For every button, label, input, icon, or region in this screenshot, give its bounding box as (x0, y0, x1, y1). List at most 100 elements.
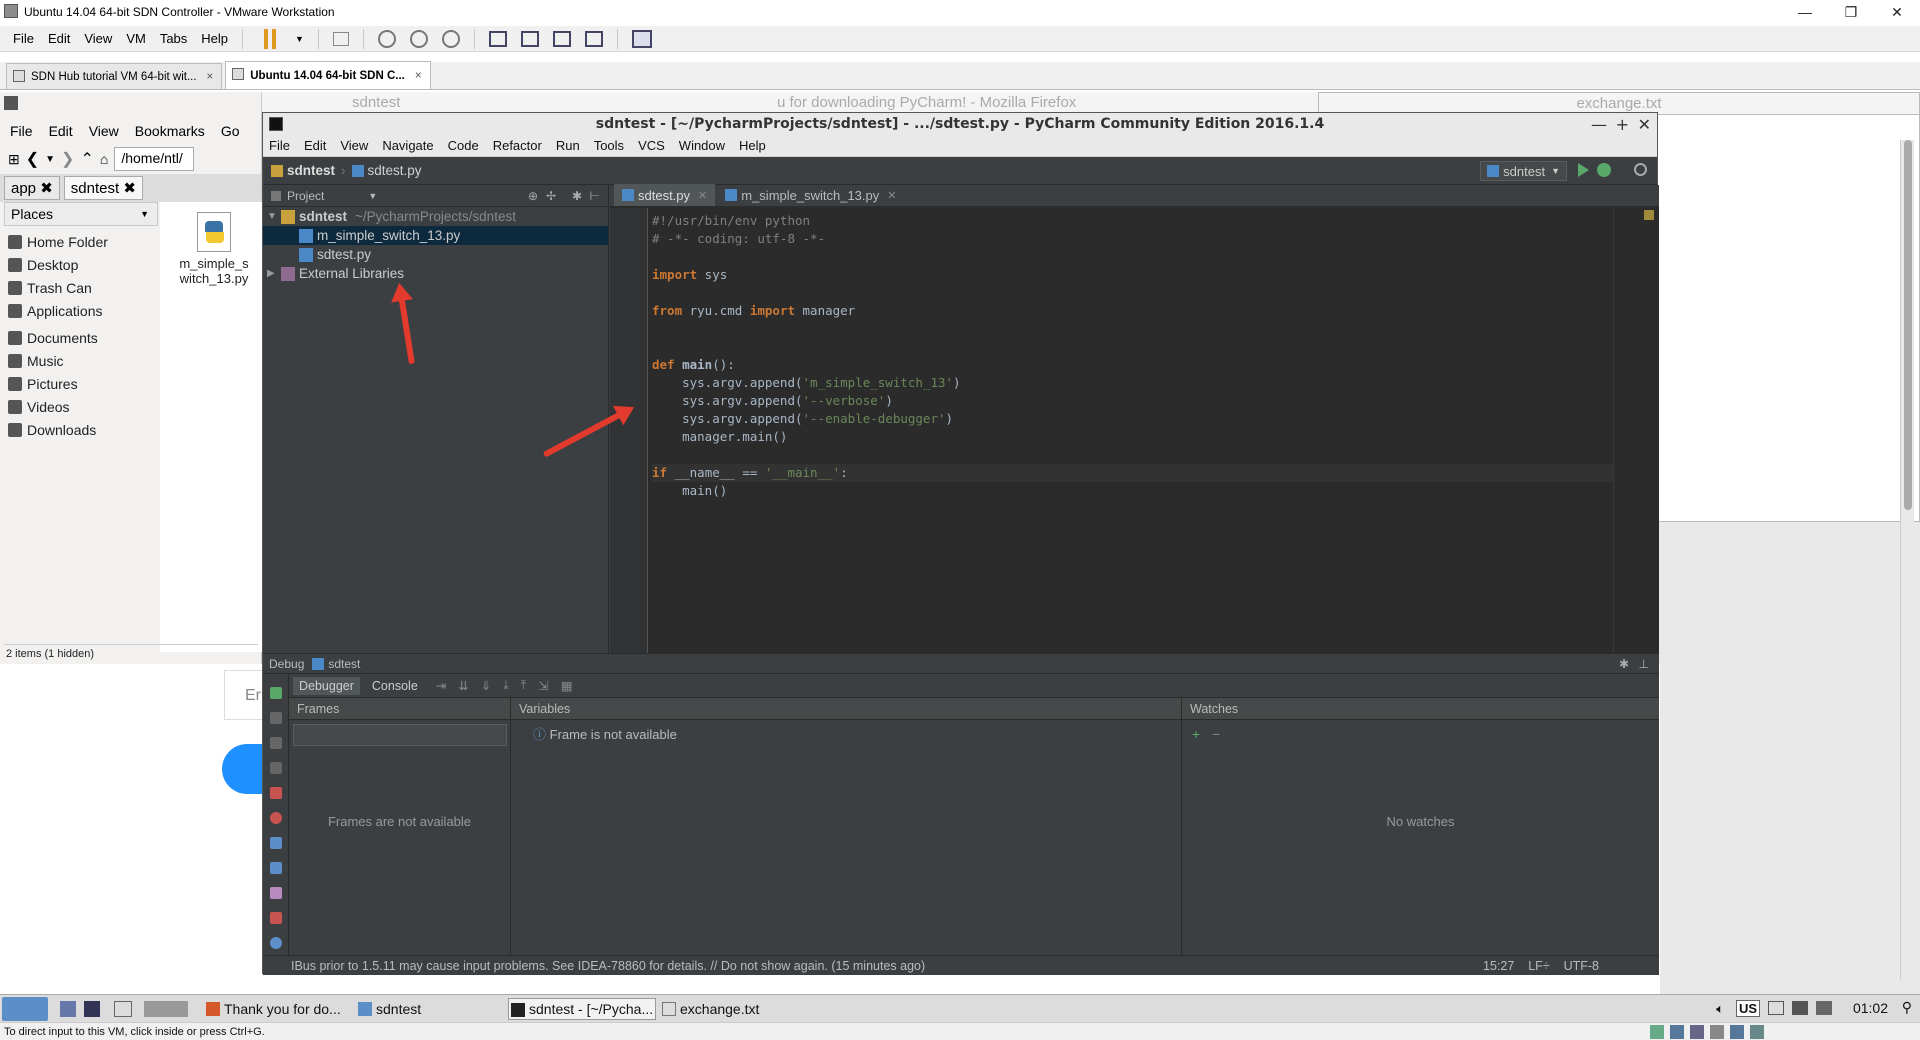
workspace-switcher[interactable] (144, 1001, 188, 1017)
naut-menu-file[interactable]: File (10, 123, 33, 139)
add-watch-icon[interactable]: + (1192, 726, 1200, 742)
restore-button[interactable]: ❐ (1828, 0, 1874, 24)
gear-icon[interactable]: ✱ (1619, 657, 1629, 671)
up-icon[interactable]: ⌃ (80, 149, 93, 169)
chevron-down-icon[interactable]: ▼ (368, 191, 377, 201)
project-view-select[interactable]: Project (287, 189, 324, 203)
naut-menu-view[interactable]: View (89, 123, 119, 139)
place-videos[interactable]: Videos (4, 395, 158, 418)
close-icon[interactable]: ✕ (887, 189, 896, 202)
tab-app[interactable]: app ✖ (4, 176, 60, 200)
close-icon[interactable]: × (415, 70, 422, 82)
run-icon[interactable] (1578, 163, 1589, 177)
file-encoding[interactable]: UTF-8 (1564, 959, 1599, 973)
thumbnail-icon[interactable] (520, 30, 539, 47)
step-out-icon[interactable]: ⤒ (521, 678, 527, 693)
menu-edit[interactable]: Edit (48, 31, 70, 46)
vertical-scrollbar[interactable] (1900, 140, 1914, 980)
hide-icon[interactable]: ⊢ (590, 189, 600, 203)
breadcrumb-file[interactable]: sdtest.py (368, 163, 422, 178)
close-button[interactable]: ✕ (1874, 0, 1920, 24)
tree-file-sdtest[interactable]: sdtest.py (263, 245, 608, 264)
close-button[interactable]: ✕ (1638, 115, 1651, 134)
place-home-folder[interactable]: Home Folder (4, 230, 158, 253)
sync-icon[interactable]: ⊕ (528, 189, 538, 203)
naut-menu-go[interactable]: Go (221, 123, 240, 139)
editor-tab-m-simple-switch[interactable]: m_simple_switch_13.py ✕ (717, 184, 904, 206)
tree-root[interactable]: ▼ sdntest ~/PycharmProjects/sdntest (263, 207, 608, 226)
tab-sdn-hub[interactable]: SDN Hub tutorial VM 64-bit wit... × (6, 63, 223, 89)
tab-console[interactable]: Console (366, 677, 424, 695)
fullscreen-icon[interactable] (552, 30, 571, 47)
pc-menu-tools[interactable]: Tools (594, 138, 624, 153)
home-icon[interactable]: ⌂ (100, 151, 108, 167)
caret-position[interactable]: 15:27 (1483, 959, 1514, 973)
debug-icon[interactable] (1597, 163, 1611, 177)
pc-menu-edit[interactable]: Edit (304, 138, 326, 153)
remove-watch-icon[interactable]: − (1212, 726, 1220, 742)
place-pictures[interactable]: Pictures (4, 372, 158, 395)
thread-select[interactable] (293, 724, 507, 746)
tree-external-libraries[interactable]: ▶ External Libraries (263, 264, 608, 283)
keyboard-icon[interactable] (1768, 1001, 1784, 1015)
close-icon[interactable]: × (207, 71, 214, 83)
pc-menu-navigate[interactable]: Navigate (382, 138, 433, 153)
menu-file[interactable]: File (13, 31, 34, 46)
close-icon[interactable]: ✖ (123, 180, 136, 197)
unity-icon[interactable] (584, 30, 603, 47)
task-exchange[interactable]: exchange.txt (660, 998, 808, 1020)
task-sdntest[interactable]: sdntest (356, 998, 504, 1020)
pc-menu-vcs[interactable]: VCS (638, 138, 665, 153)
line-separator[interactable]: LF÷ (1528, 959, 1549, 973)
evaluate-icon[interactable]: ▦ (561, 678, 573, 693)
resume-icon[interactable] (269, 712, 282, 724)
scroll-thumb[interactable] (1904, 140, 1912, 510)
pc-menu-help[interactable]: Help (739, 138, 766, 153)
tab-debugger[interactable]: Debugger (293, 676, 360, 695)
breakpoints-icon[interactable] (269, 787, 282, 799)
revert-snapshot-icon[interactable] (409, 29, 428, 48)
run-to-cursor-icon[interactable]: ⇲ (538, 678, 548, 693)
collapse-icon[interactable]: ✢ (546, 189, 556, 203)
pause-icon[interactable] (269, 737, 282, 749)
gear-icon[interactable]: ✱ (572, 189, 582, 203)
console-view-icon[interactable] (631, 29, 652, 48)
editor-error-stripe[interactable] (1613, 208, 1659, 653)
terminal-launcher-icon[interactable] (114, 1001, 132, 1017)
layout-icon[interactable] (269, 837, 282, 849)
pc-menu-code[interactable]: Code (448, 138, 479, 153)
naut-menu-bookmarks[interactable]: Bookmarks (135, 123, 205, 139)
place-music[interactable]: Music (4, 349, 158, 372)
pause-icon[interactable] (257, 28, 282, 49)
pc-menu-run[interactable]: Run (556, 138, 580, 153)
tab-ubuntu-sdn[interactable]: Ubuntu 14.04 64-bit SDN C... × (225, 61, 431, 89)
history-dropdown-icon[interactable]: ▼ (45, 154, 55, 165)
tab-sdntest[interactable]: sdntest ✖ (63, 176, 143, 200)
editor-tab-sdtest[interactable]: sdtest.py ✕ (614, 184, 716, 206)
library-icon[interactable] (488, 30, 507, 47)
close-icon[interactable] (269, 912, 282, 924)
location-input[interactable]: /home/ntl/ (114, 147, 195, 171)
settings-icon[interactable] (269, 862, 282, 874)
close-icon[interactable]: ✕ (698, 189, 707, 202)
notification-icon[interactable]: ⚲ (1902, 999, 1912, 1016)
forward-icon[interactable]: ❯ (61, 149, 74, 169)
close-icon[interactable]: ✖ (40, 180, 53, 197)
rerun-icon[interactable] (269, 687, 282, 699)
force-step-into-icon[interactable]: ⤓ (503, 678, 509, 693)
snapshot-manager-icon[interactable] (441, 29, 460, 48)
volume-icon[interactable]: 🔈︎ (1716, 1001, 1724, 1017)
show-desktop-icon[interactable] (60, 1001, 76, 1017)
python-file-item[interactable]: m_simple_s witch_13.py (170, 212, 258, 286)
device-status-icons[interactable] (1650, 1025, 1910, 1039)
status-message[interactable]: IBus prior to 1.5.11 may cause input pro… (291, 959, 925, 973)
stop-icon[interactable] (269, 762, 282, 774)
breadcrumb-project[interactable]: sdntest (287, 163, 335, 178)
pc-menu-window[interactable]: Window (679, 138, 725, 153)
tree-file-m-simple-switch[interactable]: m_simple_switch_13.py (263, 226, 608, 245)
pc-menu-file[interactable]: File (269, 138, 290, 153)
network-icon[interactable] (1792, 1001, 1808, 1015)
pc-menu-view[interactable]: View (340, 138, 368, 153)
maximize-button[interactable]: + (1616, 115, 1629, 134)
expand-icon[interactable]: ▶ (267, 268, 281, 279)
